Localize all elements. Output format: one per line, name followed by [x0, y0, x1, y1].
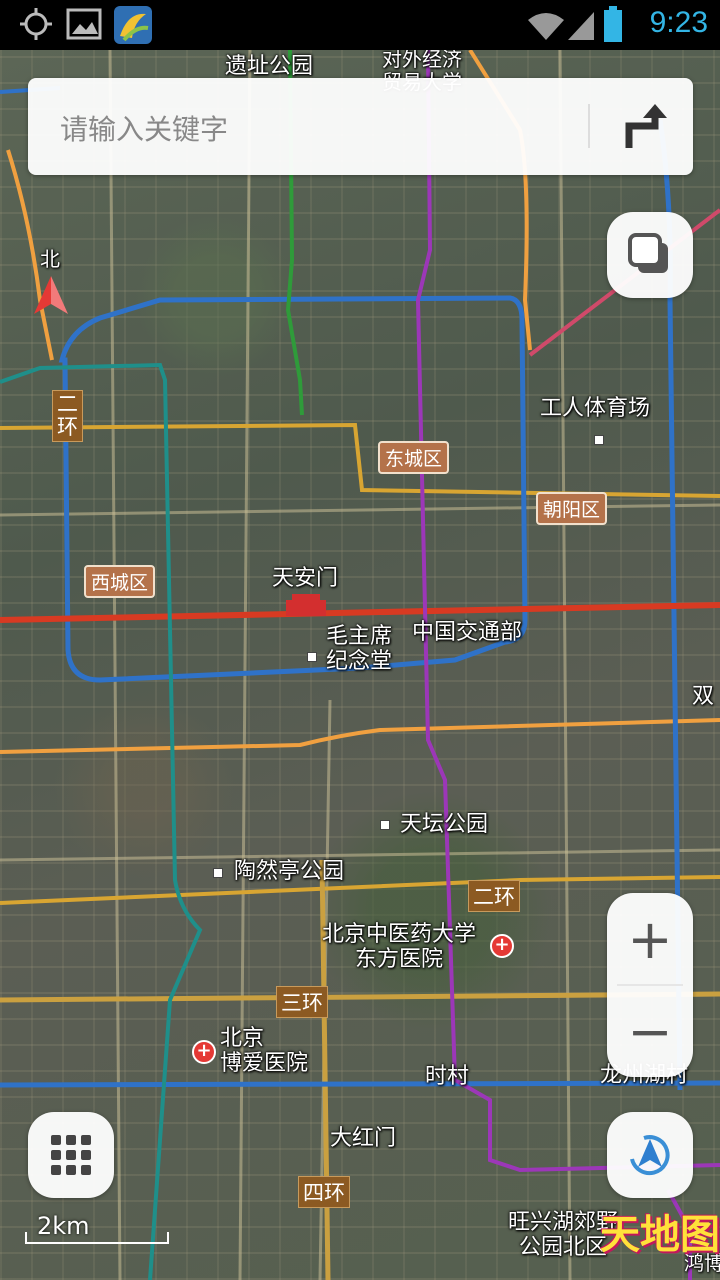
gallery-icon	[66, 8, 102, 40]
poi-marker[interactable]	[213, 868, 223, 878]
tianditu-logo: 天地图	[600, 1211, 720, 1258]
place-label: 天安门	[272, 566, 339, 591]
zoom-out-button[interactable]: −	[607, 985, 693, 1077]
place-label: 北京 博爱医院	[220, 1026, 309, 1077]
location-target-icon	[20, 8, 52, 40]
navigation-arrow-icon	[630, 1135, 670, 1176]
poi-marker[interactable]	[307, 652, 317, 662]
zoom-in-button[interactable]: +	[607, 893, 693, 985]
search-divider	[588, 104, 590, 148]
status-bar: 9:23	[0, 0, 720, 50]
district-badge-xicheng: 西城区	[84, 565, 156, 598]
app-map-icon	[114, 6, 152, 44]
place-label: 双	[692, 684, 715, 709]
layers-icon	[628, 233, 668, 273]
ring-road-badge: 二 环	[52, 390, 83, 443]
place-label: 工人体育场	[540, 396, 651, 421]
district-badge-dongcheng: 东城区	[378, 441, 450, 474]
battery-icon	[604, 6, 622, 42]
poi-marker[interactable]	[380, 820, 390, 830]
wifi-icon	[528, 13, 564, 40]
hospital-icon[interactable]: +	[192, 1040, 216, 1064]
layers-button[interactable]	[607, 212, 693, 298]
ring-road-badge: 二环	[468, 880, 520, 912]
place-label: 毛主席 纪念堂	[326, 624, 393, 675]
place-label: 时村	[425, 1064, 470, 1089]
ring-road-badge: 四环	[298, 1176, 350, 1208]
zoom-control: + −	[607, 893, 693, 1077]
ring-road-badge: 三环	[276, 986, 328, 1018]
search-bar[interactable]: 请输入关键字	[28, 78, 693, 175]
place-label: 天坛公园	[400, 812, 489, 837]
north-arrow-icon	[34, 276, 68, 314]
place-label: 大红门	[330, 1126, 397, 1151]
menu-grid-button[interactable]	[28, 1112, 114, 1198]
district-badge-chaoyang: 朝阳区	[536, 492, 608, 525]
search-input[interactable]: 请输入关键字	[60, 108, 228, 148]
place-label: 北京中医药大学 东方医院	[322, 922, 477, 973]
poi-marker[interactable]	[594, 435, 604, 445]
place-label: 遗址公园	[225, 54, 314, 79]
grid-icon	[51, 1135, 91, 1175]
status-time: 9:23	[649, 6, 708, 39]
locate-button[interactable]	[607, 1112, 693, 1198]
route-turn-icon[interactable]	[613, 92, 683, 162]
place-label: 陶然亭公园	[234, 859, 345, 884]
place-label: 中国交通部	[412, 620, 523, 645]
scale-bar	[25, 1232, 169, 1244]
signal-icon	[568, 12, 594, 40]
hospital-icon[interactable]: +	[490, 934, 514, 958]
north-label: 北	[40, 247, 60, 271]
